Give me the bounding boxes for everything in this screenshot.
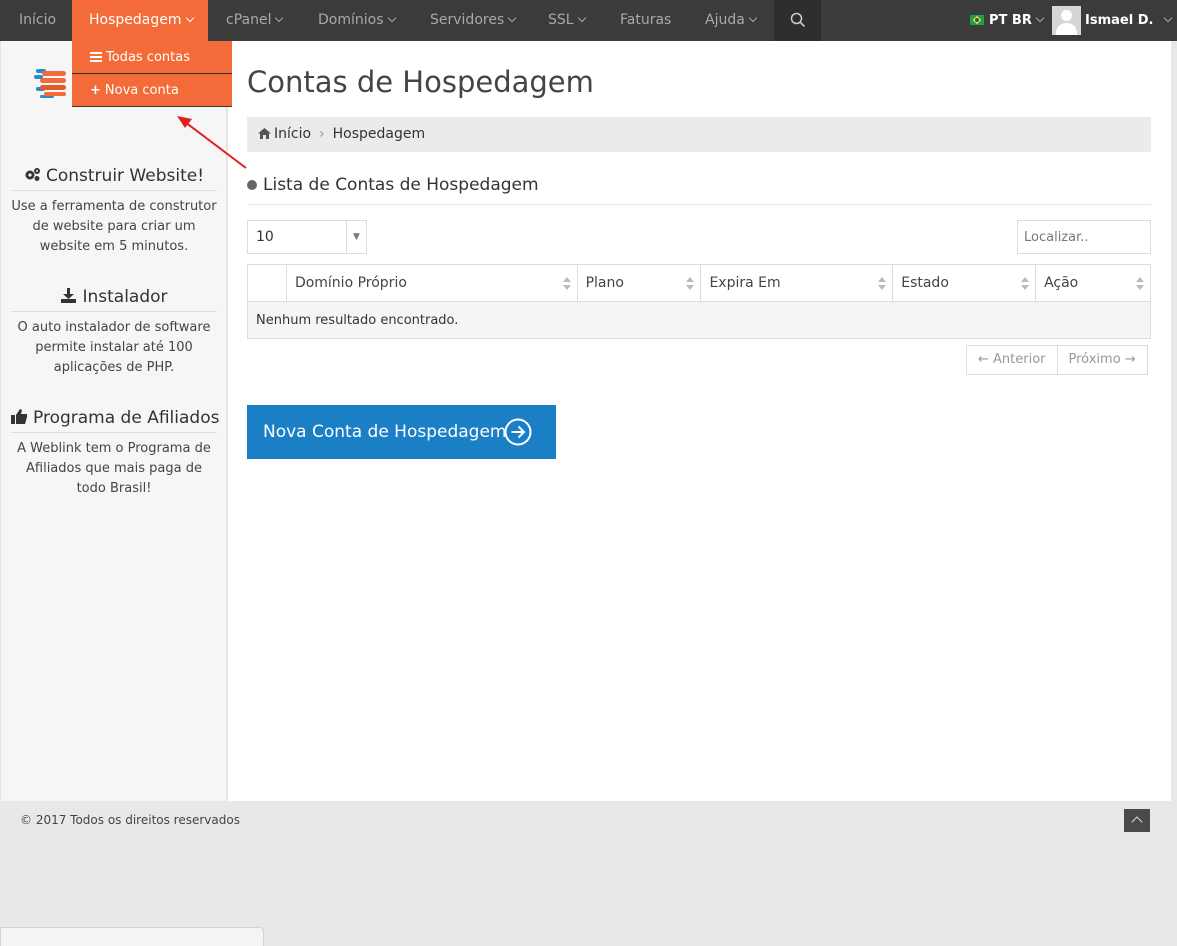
dropdown-item-todas-contas[interactable]: Todas contas bbox=[72, 41, 232, 74]
bottom-panel-tab bbox=[0, 927, 264, 946]
breadcrumb-home[interactable]: Início bbox=[274, 126, 311, 142]
nav-item-inicio[interactable]: Início bbox=[19, 0, 56, 41]
sidebar-block-title: Programa de Afiliados bbox=[11, 408, 219, 433]
back-to-top-button[interactable] bbox=[1124, 809, 1150, 832]
new-hosting-account-button[interactable]: Nova Conta de Hospedagem bbox=[247, 405, 556, 459]
chevron-down-icon bbox=[1035, 13, 1045, 23]
sidebar-block-instalador: Instalador O auto instalador de software… bbox=[11, 287, 217, 378]
nav-item-cpanel[interactable]: cPanel bbox=[226, 0, 284, 41]
pagination: ← Anterior Próximo → bbox=[966, 345, 1148, 375]
sort-icon bbox=[686, 277, 695, 291]
avatar[interactable] bbox=[1052, 6, 1081, 35]
sidebar-block-text: A Weblink tem o Programa de Afiliados qu… bbox=[17, 441, 211, 496]
sidebar-block-title: Instalador bbox=[11, 287, 217, 312]
main-content: Contas de Hospedagem Início › Hospedagem L… bbox=[228, 41, 1171, 801]
column-header-plano[interactable]: Plano bbox=[576, 264, 702, 302]
sidebar-block-title: Construir Website! bbox=[11, 166, 217, 191]
sort-icon bbox=[878, 277, 887, 291]
user-menu[interactable]: Ismael D. bbox=[1085, 0, 1173, 41]
list-icon bbox=[90, 52, 102, 62]
plus-icon: + bbox=[90, 83, 101, 98]
sidebar-block-construir: Construir Website! Use a ferramenta de c… bbox=[11, 166, 217, 257]
pager-next-button[interactable]: Próximo → bbox=[1056, 346, 1147, 374]
nav-item-ssl[interactable]: SSL bbox=[548, 0, 586, 41]
nav-item-servidores[interactable]: Servidores bbox=[430, 0, 517, 41]
brand-logo[interactable] bbox=[34, 67, 70, 101]
chevron-down-icon bbox=[1164, 13, 1173, 23]
search-icon bbox=[790, 12, 806, 28]
dropdown-item-nova-conta[interactable]: + Nova conta bbox=[72, 74, 232, 107]
chevron-down-icon bbox=[275, 13, 284, 23]
gears-icon bbox=[25, 168, 40, 181]
sort-icon bbox=[562, 277, 571, 291]
top-navbar: Início Hospedagem cPanel Domínios Servid… bbox=[0, 0, 1177, 41]
page-length-select[interactable]: 10 ▼ bbox=[247, 220, 367, 254]
thumbs-up-icon bbox=[11, 409, 27, 424]
pager-previous-button[interactable]: ← Anterior bbox=[967, 346, 1057, 374]
column-header-select bbox=[247, 264, 287, 302]
sidebar-block-text: Use a ferramenta de construtor de websit… bbox=[11, 199, 217, 254]
sort-icon bbox=[1021, 277, 1030, 291]
sidebar-block-text: O auto instalador de software permite in… bbox=[17, 320, 211, 375]
footer-copyright: © 2017 Todos os direitos reservados bbox=[20, 813, 240, 827]
chevron-down-icon bbox=[748, 13, 758, 23]
breadcrumb-current: Hospedagem bbox=[332, 126, 426, 142]
column-header-estado[interactable]: Estado bbox=[892, 264, 1037, 302]
sidebar-block-afiliados: Programa de Afiliados A Weblink tem o Pr… bbox=[11, 408, 219, 499]
sidebar: Construir Website! Use a ferramenta de c… bbox=[0, 41, 227, 801]
download-icon bbox=[61, 288, 77, 303]
nav-item-ajuda[interactable]: Ajuda bbox=[705, 0, 758, 41]
column-header-expira[interactable]: Expira Em bbox=[700, 264, 894, 302]
page-title: Contas de Hospedagem bbox=[247, 65, 594, 99]
nav-item-faturas[interactable]: Faturas bbox=[620, 0, 671, 41]
language-selector[interactable]: PT BR bbox=[970, 0, 1045, 41]
brazil-flag-icon bbox=[970, 15, 984, 25]
globe-icon bbox=[247, 180, 257, 190]
column-header-acao[interactable]: Ação bbox=[1035, 264, 1151, 302]
section-title: Lista de Contas de Hospedagem bbox=[247, 175, 1151, 205]
chevron-down-icon bbox=[387, 13, 396, 23]
sort-icon bbox=[1136, 277, 1144, 291]
chevron-down-icon bbox=[577, 13, 586, 23]
chevron-down-icon bbox=[185, 13, 194, 23]
nav-search-button[interactable] bbox=[774, 0, 821, 41]
table-search-input[interactable] bbox=[1017, 220, 1151, 254]
hosting-accounts-table: Domínio Próprio Plano Expira Em Estado A… bbox=[247, 264, 1151, 339]
home-icon bbox=[258, 128, 271, 139]
arrow-right-circle-icon bbox=[504, 418, 532, 446]
dropdown-arrow-icon: ▼ bbox=[346, 221, 366, 253]
hospedagem-dropdown: Todas contas + Nova conta bbox=[72, 41, 232, 107]
nav-item-dominios[interactable]: Domínios bbox=[318, 0, 396, 41]
breadcrumb-separator: › bbox=[319, 126, 325, 142]
table-row: Nenhum resultado encontrado. bbox=[247, 301, 1151, 339]
empty-message: Nenhum resultado encontrado. bbox=[247, 301, 1151, 339]
nav-item-hospedagem[interactable]: Hospedagem bbox=[72, 0, 208, 41]
breadcrumb: Início › Hospedagem bbox=[247, 117, 1151, 152]
column-header-dominio[interactable]: Domínio Próprio bbox=[285, 264, 578, 302]
chevron-down-icon bbox=[508, 13, 517, 23]
